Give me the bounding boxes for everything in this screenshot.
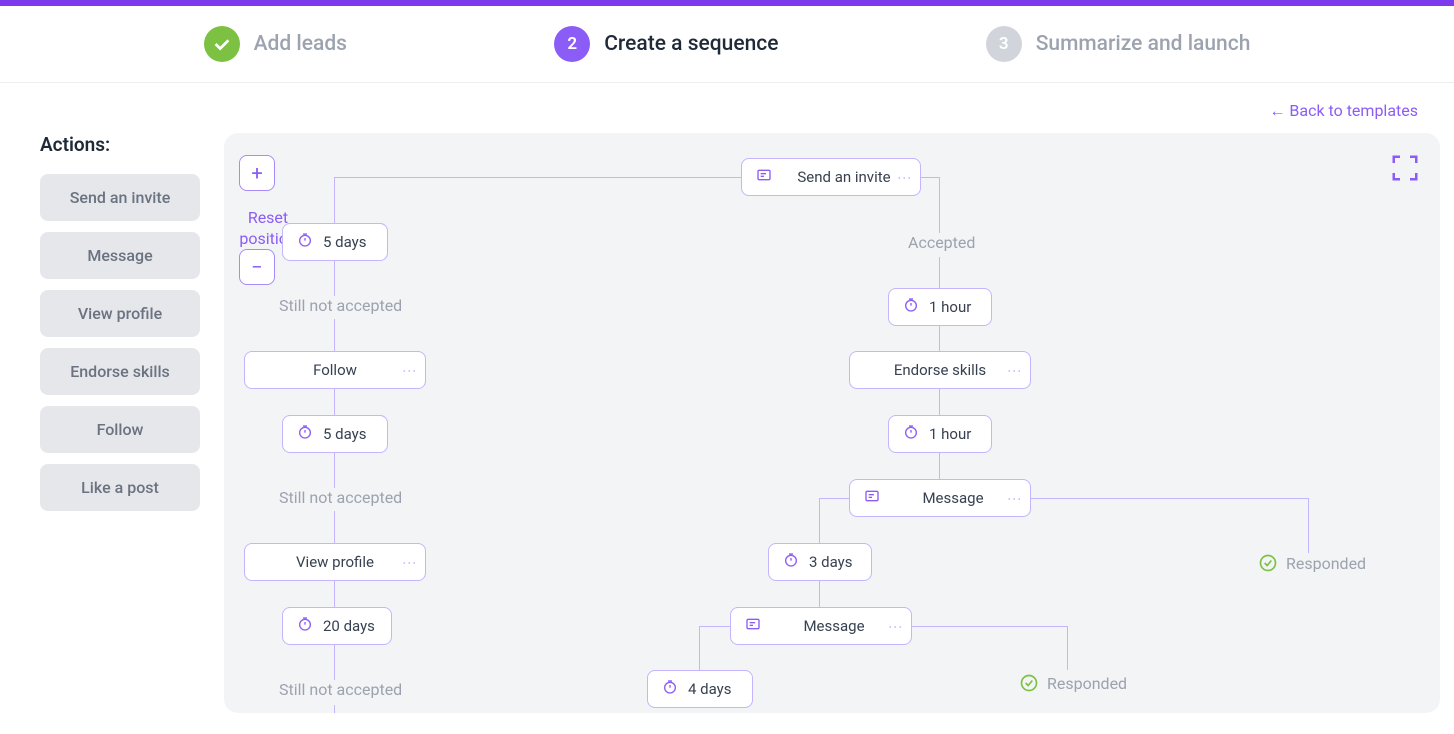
status-responded-1: Responded <box>1258 553 1366 573</box>
message-icon <box>756 167 772 187</box>
node-label: Send an invite <box>782 168 906 186</box>
status-not-accepted-3: Still not accepted <box>279 680 402 699</box>
action-send-invite[interactable]: Send an invite <box>40 174 200 221</box>
status-label: Responded <box>1047 674 1127 693</box>
message-icon <box>864 488 880 508</box>
timer-icon <box>297 424 313 444</box>
node-label: 20 days <box>323 617 375 635</box>
node-label: View profile <box>259 553 411 571</box>
kebab-icon[interactable]: ⋮ <box>1006 364 1022 376</box>
check-icon <box>204 26 240 62</box>
back-to-templates-link[interactable]: ← Back to templates <box>1269 101 1418 121</box>
actions-title: Actions: <box>40 133 200 156</box>
step-2-label: Create a sequence <box>604 32 778 56</box>
node-label: Message <box>890 489 1016 507</box>
step-3-label: Summarize and launch <box>1036 32 1251 56</box>
step-3-num: 3 <box>986 26 1022 62</box>
kebab-icon[interactable]: ⋮ <box>887 620 903 632</box>
node-delay-5days-b[interactable]: 5 days <box>282 415 388 453</box>
status-not-accepted-1: Still not accepted <box>279 296 402 315</box>
status-accepted: Accepted <box>908 233 975 252</box>
step-1-label: Add leads <box>254 32 347 56</box>
step-2[interactable]: 2 Create a sequence <box>554 26 778 62</box>
node-delay-20days[interactable]: 20 days <box>282 607 392 645</box>
kebab-icon[interactable]: ⋮ <box>401 556 417 568</box>
stepper: Add leads 2 Create a sequence 3 Summariz… <box>0 6 1454 83</box>
sequence-canvas[interactable]: + − Reset position Send an invite ⋮ 5 da… <box>224 133 1440 713</box>
node-send-invite[interactable]: Send an invite ⋮ <box>741 158 921 196</box>
node-label: Message <box>771 617 897 635</box>
timer-icon <box>783 552 799 572</box>
step-2-num: 2 <box>554 26 590 62</box>
step-3[interactable]: 3 Summarize and launch <box>986 26 1251 62</box>
timer-icon <box>297 616 313 636</box>
zoom-out-button[interactable]: − <box>239 249 275 285</box>
kebab-icon[interactable]: ⋮ <box>896 171 912 183</box>
node-label: 1 hour <box>929 425 971 443</box>
kebab-icon[interactable]: ⋮ <box>401 364 417 376</box>
node-label: 3 days <box>809 553 853 571</box>
status-responded-2: Responded <box>1019 673 1127 693</box>
timer-icon <box>297 232 313 252</box>
node-label: Follow <box>259 361 411 379</box>
action-message[interactable]: Message <box>40 232 200 279</box>
node-delay-5days-a[interactable]: 5 days <box>282 223 388 261</box>
status-not-accepted-2: Still not accepted <box>279 488 402 507</box>
zoom-in-button[interactable]: + <box>239 155 275 191</box>
node-label: 5 days <box>323 233 367 251</box>
status-label: Responded <box>1286 554 1366 573</box>
timer-icon <box>903 297 919 317</box>
node-delay-1hour-b[interactable]: 1 hour <box>888 415 992 453</box>
kebab-icon[interactable]: ⋮ <box>1006 492 1022 504</box>
node-endorse[interactable]: Endorse skills ⋮ <box>849 351 1031 389</box>
check-circle-icon <box>1019 673 1039 693</box>
node-label: 1 hour <box>929 298 971 316</box>
node-message-1[interactable]: Message ⋮ <box>849 479 1031 517</box>
node-label: 5 days <box>323 425 367 443</box>
action-endorse-skills[interactable]: Endorse skills <box>40 348 200 395</box>
action-follow[interactable]: Follow <box>40 406 200 453</box>
check-circle-icon <box>1258 553 1278 573</box>
timer-icon <box>903 424 919 444</box>
node-follow[interactable]: Follow ⋮ <box>244 351 426 389</box>
actions-sidebar: Actions: Send an invite Message View pro… <box>40 133 200 713</box>
timer-icon <box>662 679 678 699</box>
message-icon <box>745 616 761 636</box>
step-1[interactable]: Add leads <box>204 26 347 62</box>
node-view-profile[interactable]: View profile ⋮ <box>244 543 426 581</box>
action-view-profile[interactable]: View profile <box>40 290 200 337</box>
node-label: Endorse skills <box>864 361 1016 379</box>
node-delay-4days[interactable]: 4 days <box>647 670 753 708</box>
action-like-post[interactable]: Like a post <box>40 464 200 511</box>
node-message-2[interactable]: Message ⋮ <box>730 607 912 645</box>
node-delay-1hour-a[interactable]: 1 hour <box>888 288 992 326</box>
node-delay-3days[interactable]: 3 days <box>768 543 872 581</box>
node-label: 4 days <box>688 680 732 698</box>
